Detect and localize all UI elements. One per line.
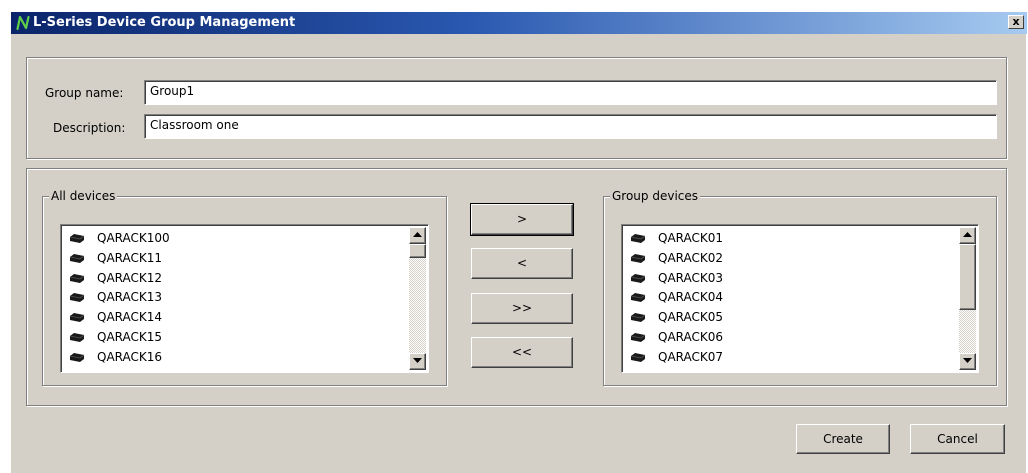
- remove-all-label: <<: [511, 345, 533, 359]
- add-selected-label: >: [516, 212, 528, 226]
- device-icon: [630, 332, 646, 342]
- title-bar[interactable]: L-Series Device Group Management x: [11, 12, 1027, 34]
- group-devices-list[interactable]: QARACK01 QARACK02 QARACK03 QARACK04 QARACK05…: [621, 224, 979, 373]
- device-name: QARACK14: [97, 310, 163, 325]
- device-icon: [69, 352, 85, 362]
- device-icon: [630, 273, 646, 283]
- scroll-thumb[interactable]: [959, 244, 976, 310]
- device-name: QARACK13: [97, 290, 163, 305]
- all-devices-scrollbar[interactable]: [409, 227, 426, 370]
- device-name: QARACK12: [97, 270, 163, 285]
- device-name: QARACK02: [658, 250, 724, 265]
- device-icon: [630, 253, 646, 263]
- device-name: QARACK03: [658, 270, 724, 285]
- description-label: Description:: [53, 121, 126, 135]
- device-icon: [630, 313, 646, 323]
- scroll-up-button[interactable]: [959, 227, 976, 244]
- scroll-down-button[interactable]: [409, 353, 426, 370]
- device-selection-panel: All devices QARACK100 QARACK11 QARACK12 QAR…: [26, 168, 1007, 406]
- device-name: QARACK05: [658, 310, 724, 325]
- scroll-down-button[interactable]: [959, 353, 976, 370]
- cancel-button[interactable]: Cancel: [910, 424, 1005, 454]
- device-icon: [69, 253, 85, 263]
- device-name: QARACK100: [97, 231, 170, 245]
- arrow-up-icon: [963, 232, 972, 237]
- all-devices-legend: All devices: [49, 189, 118, 203]
- arrow-down-icon: [963, 358, 972, 363]
- device-name: QARACK11: [97, 250, 163, 265]
- device-name: QARACK06: [658, 329, 724, 344]
- device-icon: [630, 234, 646, 243]
- scroll-thumb[interactable]: [409, 244, 426, 258]
- group-info-panel: Group name: Group1 Description: Classroo…: [26, 57, 1007, 159]
- group-management-dialog: L-Series Device Group Management x Group…: [10, 12, 1027, 473]
- remove-all-button[interactable]: <<: [471, 337, 573, 368]
- remove-selected-button[interactable]: <: [471, 248, 573, 279]
- group-name-input[interactable]: Group1: [144, 80, 997, 105]
- window-title: L-Series Device Group Management: [33, 15, 296, 30]
- all-devices-list[interactable]: QARACK100 QARACK11 QARACK12 QARACK13 QARACK1…: [60, 224, 429, 373]
- scroll-up-button[interactable]: [409, 227, 426, 244]
- device-icon: [69, 332, 85, 342]
- group-devices-group: Group devices QARACK01 QARACK02 QARACK03 QA…: [603, 189, 997, 386]
- add-all-label: >>: [511, 301, 533, 315]
- close-button[interactable]: x: [1008, 15, 1024, 29]
- device-icon: [69, 234, 85, 243]
- cancel-label: Cancel: [937, 432, 978, 446]
- arrow-up-icon: [413, 232, 422, 237]
- group-devices-legend: Group devices: [610, 189, 701, 203]
- remove-selected-label: <: [516, 256, 528, 270]
- add-all-button[interactable]: >>: [471, 293, 573, 324]
- device-name: QARACK01: [658, 231, 724, 245]
- device-icon: [69, 313, 85, 323]
- device-icon: [69, 273, 85, 283]
- device-icon: [69, 293, 85, 303]
- device-name: QARACK16: [97, 349, 163, 364]
- group-devices-scrollbar[interactable]: [959, 227, 976, 370]
- device-name: QARACK07: [658, 349, 724, 364]
- all-devices-group: All devices QARACK100 QARACK11 QARACK12 QAR…: [42, 189, 447, 386]
- group-name-label: Group name:: [45, 86, 124, 100]
- close-icon: x: [1012, 15, 1020, 28]
- device-name: QARACK15: [97, 329, 163, 344]
- arrow-down-icon: [413, 358, 422, 363]
- device-icon: [630, 352, 646, 362]
- description-input[interactable]: Classroom one: [144, 114, 997, 139]
- n-logo-icon: [16, 15, 30, 31]
- create-button[interactable]: Create: [796, 424, 890, 454]
- create-label: Create: [823, 432, 863, 446]
- device-name: QARACK04: [658, 290, 724, 305]
- device-icon: [630, 293, 646, 303]
- add-selected-button[interactable]: >: [470, 203, 574, 236]
